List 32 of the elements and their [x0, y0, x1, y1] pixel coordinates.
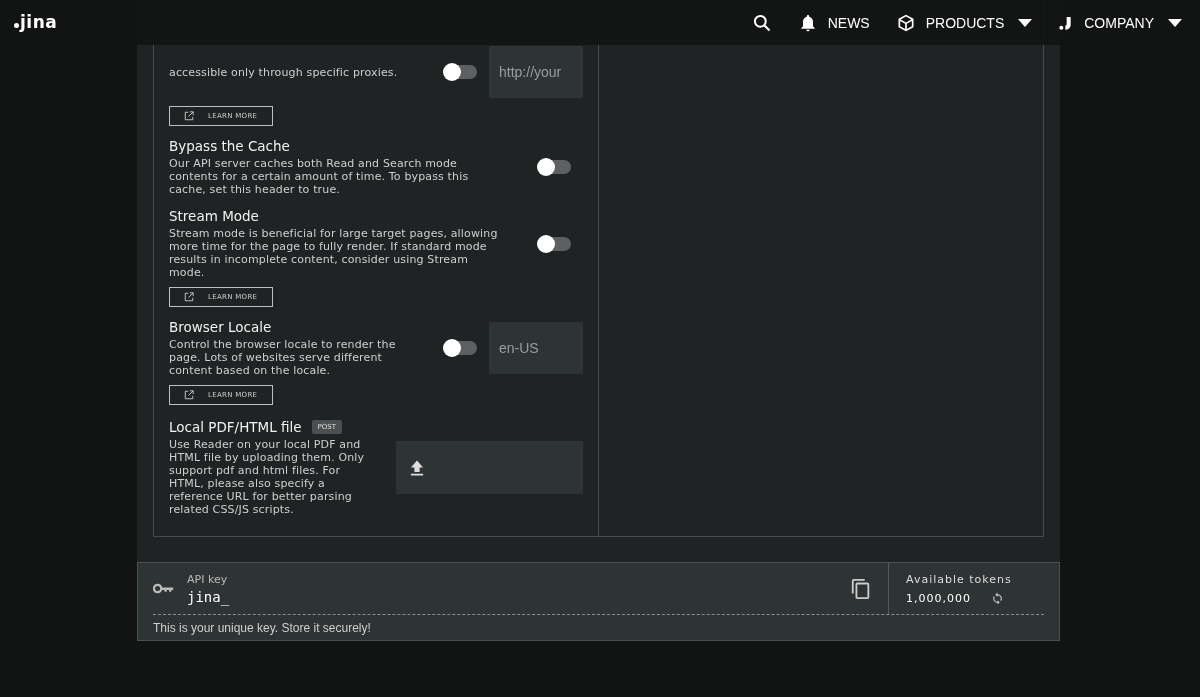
setting-description: Our API server caches both Read and Search mode contents for a certain amount of time. To bypass this cache, set this header to true.: [169, 157, 470, 196]
upload-icon: [410, 459, 424, 476]
setting-title: Stream Mode: [169, 208, 259, 224]
api-key-hint: This is your unique key. Store it securely!: [153, 620, 372, 635]
setting-title: Bypass the Cache: [169, 138, 290, 154]
nav-link[interactable]: NEWS: [797, 12, 870, 33]
external-link-icon: [184, 292, 194, 302]
copy-icon[interactable]: [850, 577, 872, 600]
nav-link[interactable]: PRODUCTS: [895, 12, 1033, 33]
external-link-icon: [184, 111, 194, 121]
setting-description: Control the browser locale to render the page. Lots of websites serve different content based on the locale.: [169, 338, 397, 377]
text-field[interactable]: en-US: [489, 322, 583, 374]
refresh-icon[interactable]: [991, 591, 1004, 605]
setting-description: Stream mode is beneficial for large target pages, allowing more time for the page to fully render. If standard mode results in incomplete content, consider using Stream mode.: [169, 227, 499, 279]
toggle-switch[interactable]: [539, 160, 571, 174]
text-field[interactable]: http://your: [489, 46, 583, 98]
token-count: 1,000,000: [906, 591, 971, 605]
nav-link[interactable]: COMPANY: [1058, 14, 1182, 31]
field-label: API key: [187, 572, 229, 586]
tokens-label: Available tokens: [906, 572, 1013, 586]
setting-description: accessible only through specific proxies.: [169, 65, 399, 79]
toggle-switch[interactable]: [539, 236, 571, 251]
toggle-switch[interactable]: [445, 341, 477, 355]
key-icon: [153, 583, 175, 594]
dot-icon: [14, 23, 19, 28]
toggle-switch[interactable]: [445, 65, 477, 79]
setting-description: Use Reader on your local PDF and HTML file by uploading them. Only support pdf and html files. For HTML, please also specify a reference URL for better parsing related CSS/JS scripts.: [169, 438, 366, 516]
search-icon[interactable]: [751, 12, 772, 33]
setting-title: Browser Locale: [169, 319, 272, 335]
setting-title: Local PDF/HTML file: [169, 419, 302, 435]
external-link-icon: [184, 390, 194, 400]
api-key-value[interactable]: jina_: [187, 588, 850, 605]
